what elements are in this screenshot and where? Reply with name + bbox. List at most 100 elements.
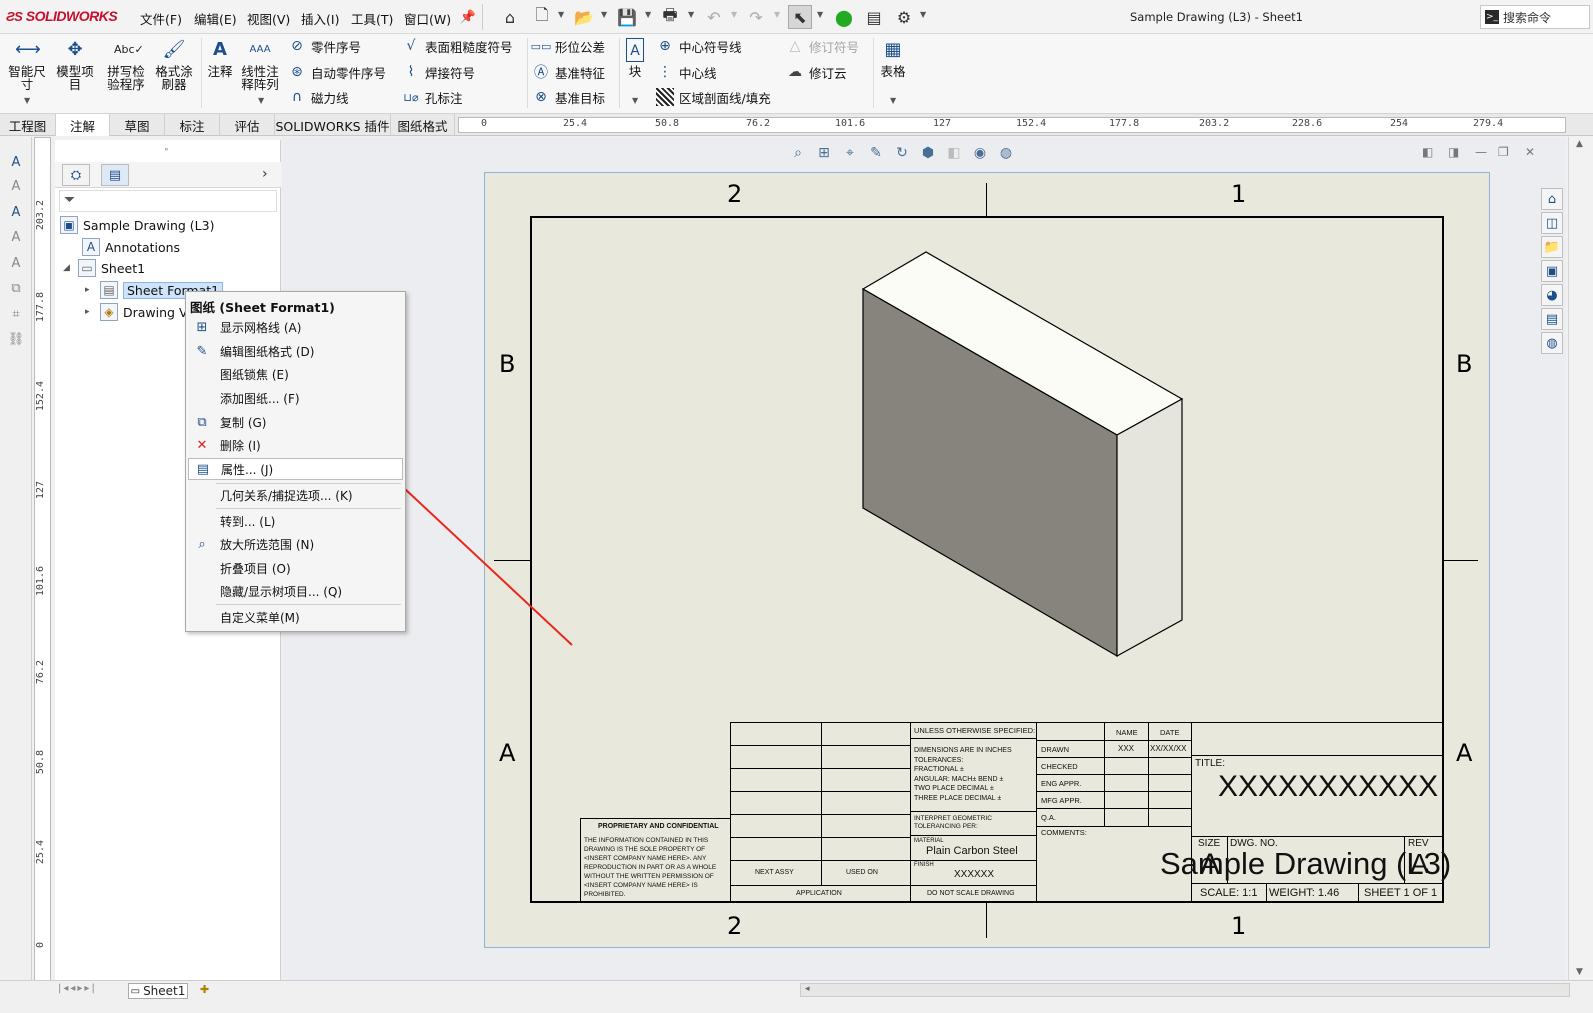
- appearances-icon[interactable]: ◕: [1541, 284, 1563, 306]
- chevron-right-icon[interactable]: ›: [262, 166, 268, 182]
- hide-show-items-icon[interactable]: ◉: [970, 143, 990, 163]
- tile-right-icon[interactable]: ◨: [1448, 145, 1459, 159]
- view-orientation-icon[interactable]: ⬢: [918, 143, 938, 163]
- menu-tools[interactable]: 工具(T): [351, 9, 393, 28]
- undo-icon[interactable]: ↶: [702, 5, 726, 29]
- design-library-icon[interactable]: ◫: [1541, 212, 1563, 234]
- options-gear-icon[interactable]: ⚙: [892, 5, 916, 29]
- menu-edit[interactable]: 编辑(E): [194, 9, 237, 28]
- note-button[interactable]: A 注释: [204, 38, 236, 78]
- menu-item-edit-sheet-format[interactable]: ✎ 编辑图纸格式 (D): [188, 340, 403, 362]
- menu-item-customize-menu[interactable]: 自定义菜单(M): [188, 606, 403, 628]
- scroll-up-icon[interactable]: ▲: [1576, 139, 1583, 149]
- menu-item-collapse-items[interactable]: 折叠项目 (O): [188, 557, 403, 579]
- text-format-icon[interactable]: A: [7, 203, 25, 221]
- display-style-icon[interactable]: ◧: [944, 143, 964, 163]
- file-properties-icon[interactable]: ▤: [862, 5, 886, 29]
- new-document-icon[interactable]: 🗋: [530, 5, 554, 29]
- format-painter-button[interactable]: 🖌 格式涂 刷器: [152, 38, 196, 91]
- pin-icon[interactable]: 📌: [456, 5, 480, 29]
- close-icon[interactable]: ✕: [1525, 145, 1535, 159]
- center-mark-button[interactable]: ⊕ 中心符号线: [656, 36, 741, 56]
- solidworks-forum-icon[interactable]: ◍: [1541, 332, 1563, 354]
- view-palette-icon[interactable]: ▣: [1541, 260, 1563, 282]
- datum-feature-button[interactable]: Ⓐ 基准特征: [532, 62, 605, 82]
- menu-item-delete[interactable]: ✕ 删除 (I): [188, 434, 403, 456]
- tab-solidworks-addins[interactable]: SOLIDWORKS 插件: [275, 114, 391, 136]
- magnetic-line-button[interactable]: ∩ 磁力线: [288, 87, 349, 107]
- section-view-icon[interactable]: ✎: [866, 143, 886, 163]
- menu-insert[interactable]: 插入(I): [301, 9, 339, 28]
- menu-item-relations-snaps[interactable]: 几何关系/捕捉选项... (K): [188, 484, 403, 506]
- area-hatch-button[interactable]: 区域剖面线/填充: [656, 87, 771, 107]
- align-tool-icon[interactable]: ⌗: [7, 305, 25, 323]
- vertical-scrollbar[interactable]: ▲ ▼: [1568, 137, 1593, 980]
- menu-file[interactable]: 文件(F): [140, 9, 182, 28]
- spell-check-button[interactable]: Abc✓ 拼写检 验程序: [104, 38, 148, 91]
- tree-filter[interactable]: ⏷: [59, 190, 277, 212]
- balloon-button[interactable]: ⊘ 零件序号: [288, 36, 361, 56]
- options-caret-icon[interactable]: ▼: [920, 10, 926, 19]
- scroll-down-icon[interactable]: ▼: [1576, 967, 1583, 977]
- redo-icon[interactable]: ↷: [744, 5, 768, 29]
- minimize-icon[interactable]: —: [1475, 145, 1487, 159]
- zoom-to-area-icon[interactable]: ⊞: [814, 143, 834, 163]
- tab-evaluate[interactable]: 评估: [220, 114, 275, 136]
- open-icon[interactable]: 📂: [572, 5, 596, 29]
- select-arrow-icon[interactable]: ⬉: [788, 5, 812, 29]
- expand-icon[interactable]: ▸: [85, 285, 95, 295]
- note-pattern-caret-icon[interactable]: ▼: [258, 96, 264, 105]
- sheet-tab[interactable]: ▭ Sheet1: [128, 983, 188, 999]
- redo-caret-icon[interactable]: ▼: [774, 10, 780, 19]
- rotate-view-icon[interactable]: ↻: [892, 143, 912, 163]
- file-explorer-icon[interactable]: 📁: [1541, 236, 1563, 258]
- weld-symbol-button[interactable]: ⌇ 焊接符号: [402, 62, 475, 82]
- custom-properties-icon[interactable]: ▤: [1541, 308, 1563, 330]
- note-tool-icon[interactable]: A: [7, 153, 25, 171]
- spell-tool-icon[interactable]: A: [7, 177, 25, 195]
- feature-manager-tab-icon[interactable]: ⛭: [62, 164, 90, 186]
- print-icon[interactable]: 🖶: [658, 5, 682, 29]
- centerline-button[interactable]: ⋮ 中心线: [656, 62, 717, 82]
- property-manager-tab-icon[interactable]: ▤: [101, 164, 129, 186]
- solidworks-logo[interactable]: ƧS SOLIDWORKS: [6, 8, 118, 24]
- horizontal-scrollbar[interactable]: ◂: [800, 983, 1570, 997]
- rebuild-traffic-light-icon[interactable]: ⬤: [832, 5, 856, 29]
- menu-view[interactable]: 视图(V): [247, 9, 290, 28]
- smart-dimension-button[interactable]: ⟷ 智能尺寸: [6, 38, 48, 91]
- save-caret-icon[interactable]: ▼: [645, 10, 651, 19]
- linear-note-pattern-button[interactable]: AAA 线性注 释阵列: [238, 38, 282, 91]
- table-caret-icon[interactable]: ▼: [890, 96, 896, 105]
- smart-dimension-caret-icon[interactable]: ▼: [24, 96, 30, 105]
- collapse-icon[interactable]: ◢: [63, 263, 73, 273]
- block-button[interactable]: A 块: [624, 38, 646, 78]
- tree-item-drawing[interactable]: ▣ Sample Drawing (L3): [60, 215, 214, 235]
- sheet-nav-icon[interactable]: |◂◂▸▸|: [58, 983, 97, 994]
- previous-view-icon[interactable]: ⌖: [840, 143, 860, 163]
- panel-grip-icon[interactable]: ⚬: [163, 145, 170, 154]
- menu-item-copy[interactable]: ⧉ 复制 (G): [188, 411, 403, 433]
- tab-annotation[interactable]: 注解: [56, 114, 110, 136]
- menu-item-add-sheet[interactable]: 添加图纸... (F): [188, 387, 403, 409]
- link-tool-icon[interactable]: ⛓: [7, 330, 25, 348]
- restore-icon[interactable]: ❐: [1498, 145, 1509, 159]
- tree-item-annotations[interactable]: A Annotations: [82, 237, 180, 257]
- scroll-left-icon[interactable]: ◂: [805, 984, 810, 994]
- scene-icon[interactable]: ◍: [996, 143, 1016, 163]
- menu-item-zoom-to-selection[interactable]: ⌕ 放大所选范围 (N): [188, 533, 403, 555]
- save-icon[interactable]: 💾: [615, 5, 639, 29]
- hole-callout-button[interactable]: ⊔⌀ 孔标注: [402, 87, 462, 107]
- isometric-part-view[interactable]: [855, 248, 1190, 663]
- copy-tool-icon[interactable]: ⧉: [7, 279, 25, 297]
- add-sheet-icon[interactable]: ✚: [200, 983, 209, 996]
- tree-item-sheet[interactable]: ◢ ▭ Sheet1: [63, 258, 145, 278]
- menu-item-lock-sheet-focus[interactable]: 图纸锁焦 (E): [188, 363, 403, 385]
- menu-item-properties[interactable]: ▤ 属性... (J): [188, 458, 403, 480]
- home-icon[interactable]: ⌂: [498, 5, 522, 29]
- block-caret-icon[interactable]: ▼: [632, 96, 638, 105]
- new-caret-icon[interactable]: ▼: [558, 10, 564, 19]
- auto-balloon-button[interactable]: ⊛ 自动零件序号: [288, 62, 386, 82]
- tab-sketch[interactable]: 草图: [110, 114, 165, 136]
- menu-item-hide-show-tree-items[interactable]: 隐藏/显示树项目... (Q): [188, 580, 403, 602]
- select-caret-icon[interactable]: ▼: [817, 10, 823, 19]
